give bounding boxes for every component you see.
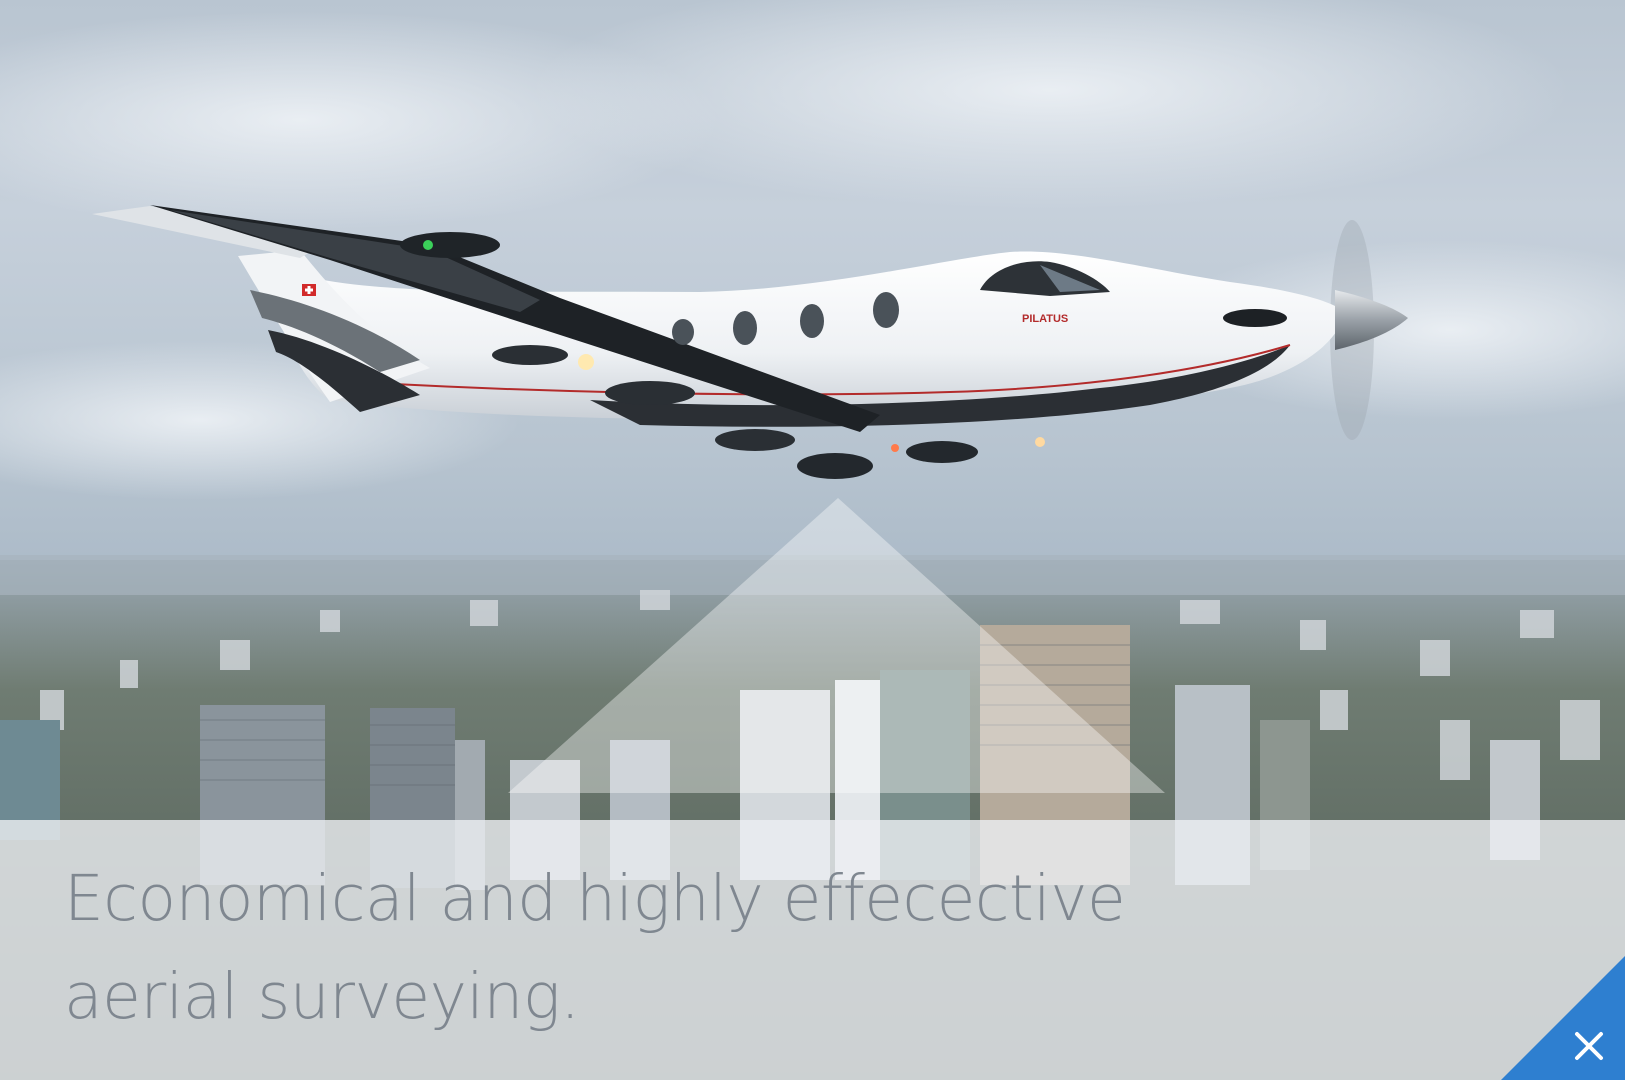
- caption-line-1: Economical and highly effecective: [64, 862, 1126, 935]
- aircraft-livery-text: PILATUS: [1022, 313, 1068, 325]
- close-icon: [1575, 1032, 1603, 1060]
- caption-line-2: aerial surveying.: [64, 960, 580, 1034]
- caption-heading: Economical and highly effecective aerial…: [64, 850, 1164, 1047]
